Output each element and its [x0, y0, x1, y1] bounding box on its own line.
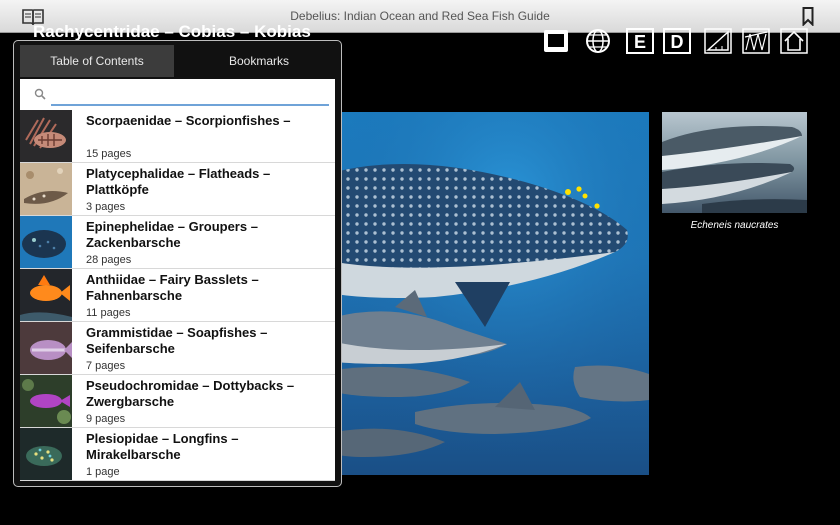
square-icon[interactable] [542, 28, 570, 54]
item-name: Scorpaenidae – Scorpionfishes – [86, 113, 291, 128]
globe-icon[interactable] [584, 28, 612, 54]
list-item[interactable]: Pseudochromidae – Dottybacks – Zwergbars… [20, 375, 335, 428]
tab-table-of-contents[interactable]: Table of Contents [20, 45, 174, 77]
item-name: Grammistidae – Soapfishes – Seifenbarsch… [86, 325, 268, 356]
tab-bookmarks[interactable]: Bookmarks [184, 45, 334, 77]
toc-list: Scorpaenidae – Scorpionfishes – 15 pages… [20, 110, 335, 481]
page-nav-icons: E D [542, 28, 810, 54]
home-icon[interactable] [780, 28, 808, 54]
dottyback-thumbnail [20, 375, 72, 427]
photo-caption: Echeneis naucrates [690, 220, 779, 231]
item-name: Pseudochromidae – Dottybacks – Zwergbars… [86, 378, 295, 409]
popup-tabs: Table of Contents Bookmarks [14, 41, 341, 78]
list-item[interactable]: Plesiopidae – Longfins – Mirakelbarsche … [20, 428, 335, 481]
item-name: Platycephalidae – Flatheads – Plattköpfe [86, 166, 271, 197]
item-name: Anthiidae – Fairy Basslets – Fahnenbarsc… [86, 272, 259, 303]
item-page-count: 3 pages [86, 201, 126, 213]
toc-popup: Table of Contents Bookmarks Scorpaenidae… [13, 40, 342, 487]
item-page-count: 1 page [86, 466, 120, 478]
item-name: Epinephelidae – Groupers – Zackenbarsche [86, 219, 258, 250]
lionfish-thumbnail [20, 110, 72, 162]
anthias-thumbnail [20, 269, 72, 321]
flathead-thumbnail [20, 163, 72, 215]
list-item[interactable]: Platycephalidae – Flatheads – Plattköpfe… [20, 163, 335, 216]
whale-shark-photo [335, 112, 649, 475]
list-item[interactable]: Grammistidae – Soapfishes – Seifenbarsch… [20, 322, 335, 375]
search-icon [34, 88, 46, 100]
item-page-count: 7 pages [86, 360, 126, 372]
item-page-count: 11 pages [86, 307, 131, 319]
grouper-thumbnail [20, 216, 72, 268]
item-page-count: 9 pages [86, 413, 126, 425]
item-page-count: 28 pages [86, 254, 132, 266]
map-icon[interactable] [742, 28, 770, 54]
list-item[interactable]: Epinephelidae – Groupers – Zackenbarsche… [20, 216, 335, 269]
list-item[interactable]: Anthiidae – Fairy Basslets – Fahnenbarsc… [20, 269, 335, 322]
letter-e-icon[interactable]: E [626, 28, 654, 54]
triangle-ruler-icon[interactable] [704, 28, 732, 54]
page-title: Rachycentridae – Cobias – Kobias [33, 22, 311, 41]
bookmark-icon[interactable] [802, 7, 814, 26]
app-title: Debelius: Indian Ocean and Red Sea Fish … [290, 9, 550, 23]
remora-photo [662, 112, 807, 213]
soapfish-thumbnail [20, 322, 72, 374]
svg-text:E: E [634, 32, 646, 52]
item-name: Plesiopidae – Longfins – Mirakelbarsche [86, 431, 239, 462]
longfin-thumbnail [20, 428, 72, 480]
list-item[interactable]: Scorpaenidae – Scorpionfishes – 15 pages [20, 110, 335, 163]
svg-text:D: D [671, 32, 684, 52]
letter-d-icon[interactable]: D [663, 28, 691, 54]
search-input[interactable] [51, 84, 329, 106]
search-bar [20, 79, 335, 110]
item-page-count: 15 pages [86, 148, 132, 160]
